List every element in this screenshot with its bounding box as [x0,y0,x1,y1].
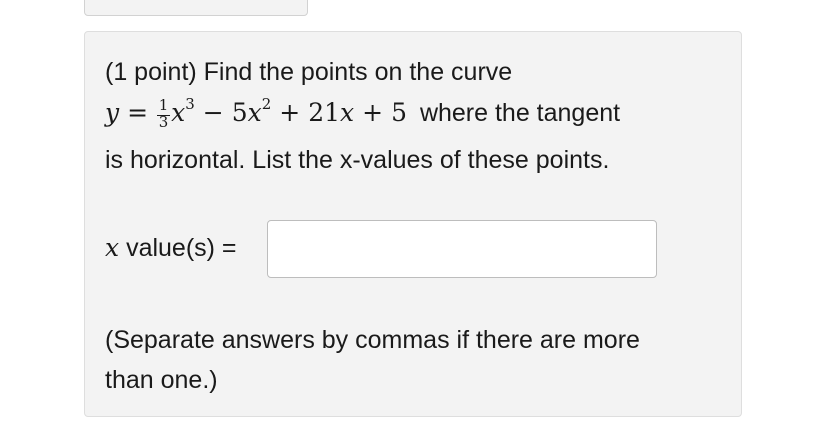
frac-denominator: 3 [158,113,169,131]
equation-tail: where the tangent [419,99,621,127]
note-line1: (Separate answers by commas if there are… [105,326,640,354]
answer-label-text: value(s) = [126,234,237,262]
eq-op3: + [362,98,384,127]
eq-term4: 5 [391,98,407,127]
eq-term2-exp: 2 [261,95,272,113]
eq-op1: − [202,98,224,127]
eq-term3-var: x [340,98,355,127]
eq-op2: + [279,98,301,127]
note-line2: than one.) [105,366,218,394]
eq-term2-var: x [247,98,262,127]
answer-label: x value(s) = [105,233,237,263]
eq-fraction: 13 [157,96,171,131]
frac-numerator: 1 [158,96,169,114]
problem-panel: (1 point) Find the points on the curve y… [84,31,742,417]
equation-line: y = 1 3 x3−5x2 +21x +5 where the tangent [105,95,621,131]
previous-panel [84,0,308,16]
eq-equals: = [127,98,149,127]
answer-input[interactable] [267,220,657,278]
eq-term2-coef: 5 [231,98,248,127]
eq-term1-var: x [171,98,186,127]
eq-term3-coef: 21 [308,98,341,127]
problem-intro: (1 point) Find the points on the curve [105,58,513,86]
problem-line3: is horizontal. List the x-values of thes… [105,146,610,174]
eq-lhs: y [105,98,120,127]
answer-var: x [105,233,120,262]
eq-term1-exp: 3 [185,95,195,113]
